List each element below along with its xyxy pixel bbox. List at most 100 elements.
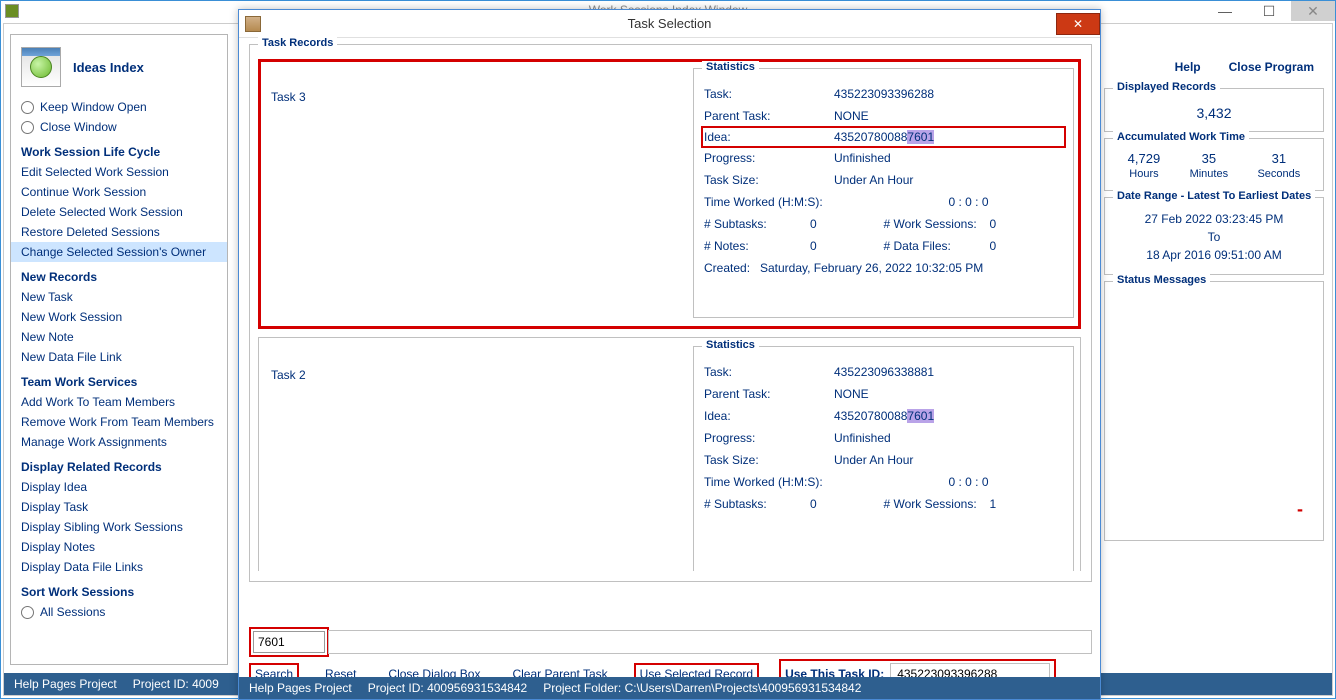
link-new-task[interactable]: New Task [11, 287, 227, 307]
seconds-label: Seconds [1257, 168, 1300, 180]
task-records-scroll[interactable]: Task 3 Statistics Task: 435223093396288 P… [256, 57, 1085, 571]
link-new-work-session[interactable]: New Work Session [11, 307, 227, 327]
displayed-records-value: 3,432 [1113, 101, 1315, 121]
link-remove-work[interactable]: Remove Work From Team Members [11, 412, 227, 432]
link-display-sibling[interactable]: Display Sibling Work Sessions [11, 517, 227, 537]
label-time-worked: Time Worked (H:M:S): [704, 475, 834, 489]
task-2-time: 0 : 0 : 0 [834, 475, 1063, 489]
task-3-time: 0 : 0 : 0 [834, 195, 1063, 209]
link-edit-session[interactable]: Edit Selected Work Session [11, 162, 227, 182]
calendar-icon [21, 47, 61, 87]
task-2-subtasks: 0 [810, 497, 837, 511]
section-team-services: Team Work Services [11, 367, 227, 392]
help-link[interactable]: Help [1175, 60, 1201, 74]
task-3-created: Saturday, February 26, 2022 10:32:05 PM [760, 261, 983, 275]
label-notes: # Notes: [704, 239, 810, 253]
main-window: Work Sessions Index Window — ☐ ✕ Ideas I… [0, 0, 1336, 699]
link-display-data-files[interactable]: Display Data File Links [11, 557, 227, 577]
task-record-2[interactable]: Task 2 Statistics Task:435223096338881 P… [258, 337, 1081, 571]
date-latest: 27 Feb 2022 03:23:45 PM [1113, 210, 1315, 228]
task-2-progress: Unfinished [834, 431, 1063, 445]
link-add-work[interactable]: Add Work To Team Members [11, 392, 227, 412]
displayed-records-legend: Displayed Records [1113, 81, 1220, 93]
label-time-worked: Time Worked (H:M:S): [704, 195, 834, 209]
maximize-button[interactable]: ☐ [1247, 1, 1291, 21]
close-button[interactable]: ✕ [1291, 1, 1335, 21]
label-progress: Progress: [704, 431, 834, 445]
status-indicator-icon: - [1297, 499, 1303, 520]
task-3-idea: 435207800887601 [834, 130, 1063, 144]
link-continue-session[interactable]: Continue Work Session [11, 182, 227, 202]
work-time-legend: Accumulated Work Time [1113, 131, 1249, 143]
label-work-sessions: # Work Sessions: [884, 497, 990, 511]
minutes-label: Minutes [1190, 168, 1229, 180]
task-records-legend: Task Records [258, 37, 337, 49]
dialog-titlebar[interactable]: Task Selection ✕ [239, 10, 1100, 38]
task-3-parent: NONE [834, 109, 1063, 123]
task-3-notes: 0 [810, 239, 837, 253]
app-icon [5, 4, 19, 18]
section-new-records: New Records [11, 262, 227, 287]
sidebar-title: Ideas Index [73, 60, 144, 75]
work-time-panel: Accumulated Work Time 4,729Hours 35Minut… [1104, 138, 1324, 191]
label-progress: Progress: [704, 151, 834, 165]
dialog-close-button[interactable]: ✕ [1056, 13, 1100, 35]
link-new-note[interactable]: New Note [11, 327, 227, 347]
stats-legend: Statistics [702, 61, 759, 73]
task-record-3[interactable]: Task 3 Statistics Task:435223093396288 P… [258, 59, 1081, 329]
date-range-panel: Date Range - Latest To Earliest Dates 27… [1104, 197, 1324, 275]
status-messages-legend: Status Messages [1113, 274, 1210, 286]
link-display-notes[interactable]: Display Notes [11, 537, 227, 557]
displayed-records-panel: Displayed Records 3,432 [1104, 88, 1324, 132]
right-column: Help Close Program Displayed Records 3,4… [1104, 60, 1324, 547]
section-sort: Sort Work Sessions [11, 577, 227, 602]
task-3-size: Under An Hour [834, 173, 1063, 187]
link-restore-sessions[interactable]: Restore Deleted Sessions [11, 222, 227, 242]
task-3-files: 0 [990, 239, 1017, 253]
label-parent-task: Parent Task: [704, 387, 834, 401]
minutes-value: 35 [1190, 151, 1229, 166]
label-task-size: Task Size: [704, 173, 834, 187]
section-lifecycle: Work Session Life Cycle [11, 137, 227, 162]
sidebar: Ideas Index Keep Window Open Close Windo… [10, 34, 228, 665]
link-delete-session[interactable]: Delete Selected Work Session [11, 202, 227, 222]
all-sessions-radio[interactable]: All Sessions [11, 602, 227, 622]
task-2-idea: 435207800887601 [834, 409, 1063, 423]
seconds-value: 31 [1257, 151, 1300, 166]
hours-label: Hours [1128, 168, 1161, 180]
status-project-id: Project ID: 4009 [133, 677, 219, 691]
search-input-wrap [249, 627, 329, 657]
task-3-name: Task 3 [259, 64, 689, 328]
stats-legend: Statistics [702, 339, 759, 351]
dlg-status-project-id: Project ID: 400956931534842 [368, 681, 527, 695]
minimize-button[interactable]: — [1203, 1, 1247, 21]
search-bar-remainder[interactable] [328, 630, 1092, 654]
task-3-progress: Unfinished [834, 151, 1063, 165]
link-display-task[interactable]: Display Task [11, 497, 227, 517]
label-subtasks: # Subtasks: [704, 497, 810, 511]
close-window-radio[interactable]: Close Window [11, 117, 227, 137]
keep-window-open-radio[interactable]: Keep Window Open [11, 97, 227, 117]
link-display-idea[interactable]: Display Idea [11, 477, 227, 497]
task-3-task-id: 435223093396288 [834, 87, 1063, 101]
task-2-size: Under An Hour [834, 453, 1063, 467]
link-new-data-file[interactable]: New Data File Link [11, 347, 227, 367]
close-program-link[interactable]: Close Program [1229, 60, 1314, 74]
status-messages-panel: Status Messages - [1104, 281, 1324, 541]
label-idea: Idea: [704, 409, 834, 423]
date-range-legend: Date Range - Latest To Earliest Dates [1113, 190, 1315, 202]
label-subtasks: # Subtasks: [704, 217, 810, 231]
link-change-owner[interactable]: Change Selected Session's Owner [11, 242, 227, 262]
date-to: To [1113, 228, 1315, 246]
task-2-parent: NONE [834, 387, 1063, 401]
link-manage-work[interactable]: Manage Work Assignments [11, 432, 227, 452]
label-task: Task: [704, 365, 834, 379]
search-input[interactable] [253, 631, 325, 653]
dialog-title: Task Selection [628, 16, 712, 31]
label-parent-task: Parent Task: [704, 109, 834, 123]
section-display-related: Display Related Records [11, 452, 227, 477]
task-2-name: Task 2 [259, 342, 689, 571]
dialog-statusbar: Help Pages Project Project ID: 400956931… [239, 677, 1100, 699]
label-work-sessions: # Work Sessions: [884, 217, 990, 231]
task-2-stats: Statistics Task:435223096338881 Parent T… [693, 346, 1074, 571]
